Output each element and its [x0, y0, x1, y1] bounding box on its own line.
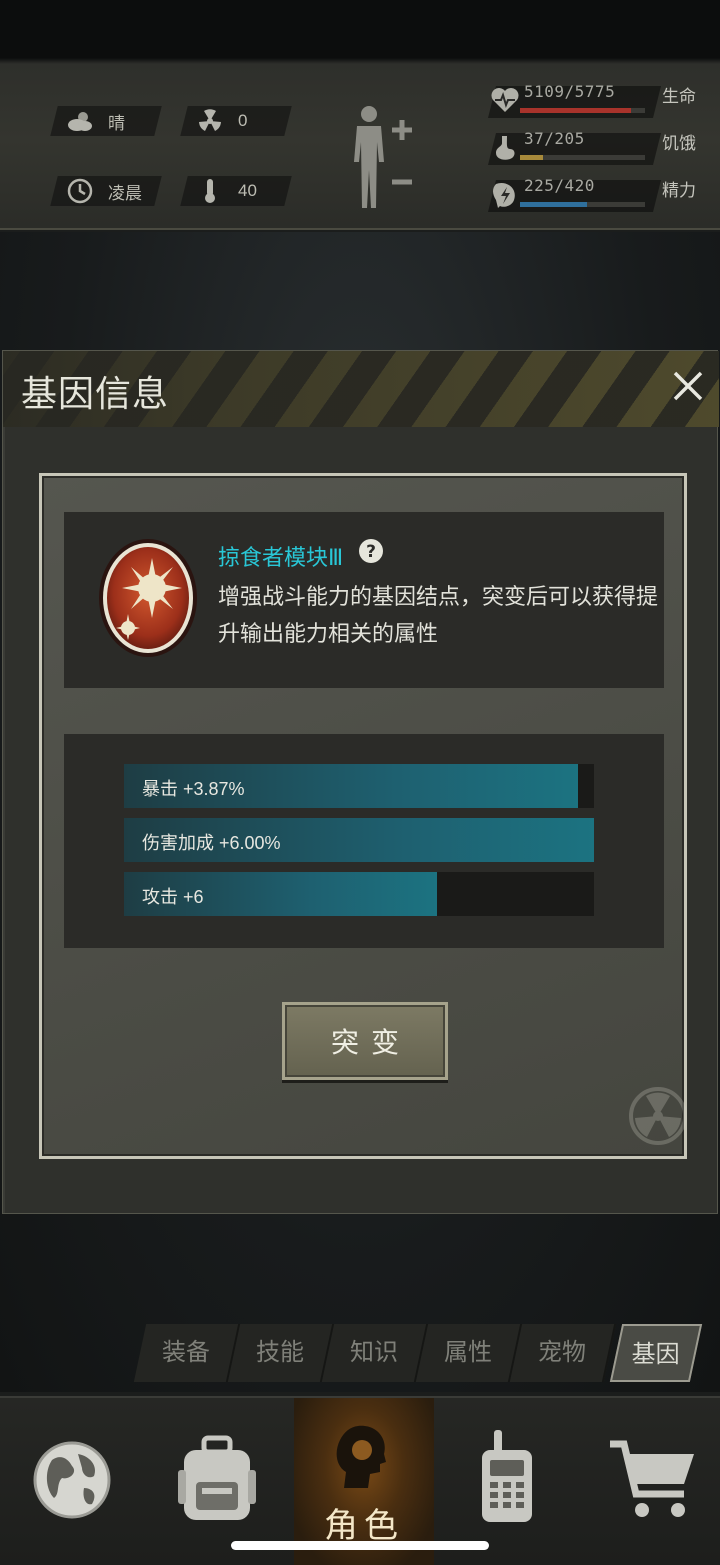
tab-genes[interactable]: 基因	[609, 1324, 703, 1382]
radio-icon	[476, 1428, 538, 1529]
hunger-label: 饥饿	[662, 134, 696, 153]
weather-label: 晴	[108, 113, 125, 133]
energy-icon	[490, 180, 520, 210]
attribute-label: 伤害加成 +6.00%	[142, 833, 281, 853]
backpack-icon	[176, 1434, 258, 1529]
gene-panel: 掠食者模块Ⅲ ? 增强战斗能力的基因结点，突变后可以获得提升输出能力相关的属性 …	[39, 473, 687, 1159]
svg-text:?: ?	[366, 542, 376, 562]
mutate-button-label: 突变	[330, 1027, 411, 1058]
health-stat: 5109/5775 生命	[484, 82, 704, 122]
home-indicator	[231, 1541, 489, 1550]
tab-equipment[interactable]: 装备	[133, 1324, 241, 1382]
hunger-stat: 37/205 饥饿	[484, 129, 704, 169]
health-bar	[520, 108, 631, 113]
modal-body: 掠食者模块Ⅲ ? 增强战斗能力的基因结点，突变后可以获得提升输出能力相关的属性 …	[5, 427, 717, 1213]
help-icon[interactable]: ?	[358, 538, 384, 564]
attribute-box: 暴击 +3.87% 伤害加成 +6.00% 攻击 +6	[64, 734, 664, 948]
heart-icon	[490, 86, 520, 116]
clock-icon	[66, 177, 94, 205]
temperature-value: 40	[238, 181, 257, 200]
close-icon[interactable]	[671, 369, 705, 403]
attribute-row: 攻击 +6	[124, 872, 594, 916]
gene-description: 增强战斗能力的基因结点，突变后可以获得提升输出能力相关的属性	[218, 584, 659, 646]
energy-bar	[520, 202, 587, 207]
tab-skills[interactable]: 技能	[227, 1324, 335, 1382]
tab-pets[interactable]: 宠物	[509, 1324, 617, 1382]
hunger-bar	[520, 155, 543, 160]
radiation-chip: 0	[180, 106, 292, 136]
cart-icon	[608, 1438, 698, 1527]
mutate-button[interactable]: 突变	[282, 1002, 448, 1080]
energy-stat: 225/420 精力	[484, 176, 704, 216]
temperature-chip: 40	[180, 176, 292, 206]
attribute-label: 暴击 +3.87%	[142, 779, 245, 799]
time-chip: 凌晨	[50, 176, 162, 206]
globe-icon	[32, 1432, 112, 1533]
health-label: 生命	[662, 87, 696, 106]
energy-label: 精力	[662, 181, 696, 200]
body-status-figure[interactable]	[348, 104, 418, 212]
modal-header: 基因信息	[3, 351, 719, 427]
nav-radio[interactable]	[436, 1398, 576, 1565]
health-value: 5109/5775	[524, 82, 616, 101]
nav-character[interactable]: 角色	[294, 1398, 434, 1565]
tab-knowledge[interactable]: 知识	[321, 1324, 429, 1382]
weather-chip: 晴	[50, 106, 162, 136]
gene-name: 掠食者模块Ⅲ	[218, 545, 344, 570]
energy-value: 225/420	[524, 176, 595, 195]
nav-backpack[interactable]	[144, 1398, 284, 1565]
gene-info-box: 掠食者模块Ⅲ ? 增强战斗能力的基因结点，突变后可以获得提升输出能力相关的属性	[64, 512, 664, 688]
nav-world[interactable]	[0, 1398, 140, 1565]
tab-attributes[interactable]: 属性	[415, 1324, 523, 1382]
attribute-label: 攻击 +6	[142, 887, 204, 907]
nav-shop[interactable]	[580, 1398, 720, 1565]
stomach-icon	[490, 133, 520, 163]
gene-info-modal: 基因信息 掠食者模块Ⅲ ? 增强战斗能力的基因结点，突变后可以获得提升输出能力相…	[2, 350, 719, 1214]
attribute-row: 伤害加成 +6.00%	[124, 818, 594, 862]
bottom-nav: 角色	[0, 1396, 720, 1565]
sub-tabs: 装备 技能 知识 属性 宠物 基因	[130, 1324, 710, 1382]
attribute-row: 暴击 +3.87%	[124, 764, 594, 808]
predator-gene-icon	[98, 536, 198, 660]
radiation-icon	[196, 107, 224, 135]
character-icon	[328, 1422, 400, 1497]
thermometer-icon	[196, 177, 224, 205]
cloud-sun-icon	[66, 107, 94, 135]
time-label: 凌晨	[108, 183, 142, 203]
radiation-value: 0	[238, 111, 248, 130]
nav-character-label: 角色	[324, 1507, 404, 1545]
status-bar: 晴 0 凌晨 40 5109/5775 生命 37/205 饥饿 225/420…	[0, 0, 720, 230]
hunger-value: 37/205	[524, 129, 585, 148]
radiation-watermark-icon	[628, 1086, 688, 1146]
modal-title: 基因信息	[21, 373, 170, 414]
